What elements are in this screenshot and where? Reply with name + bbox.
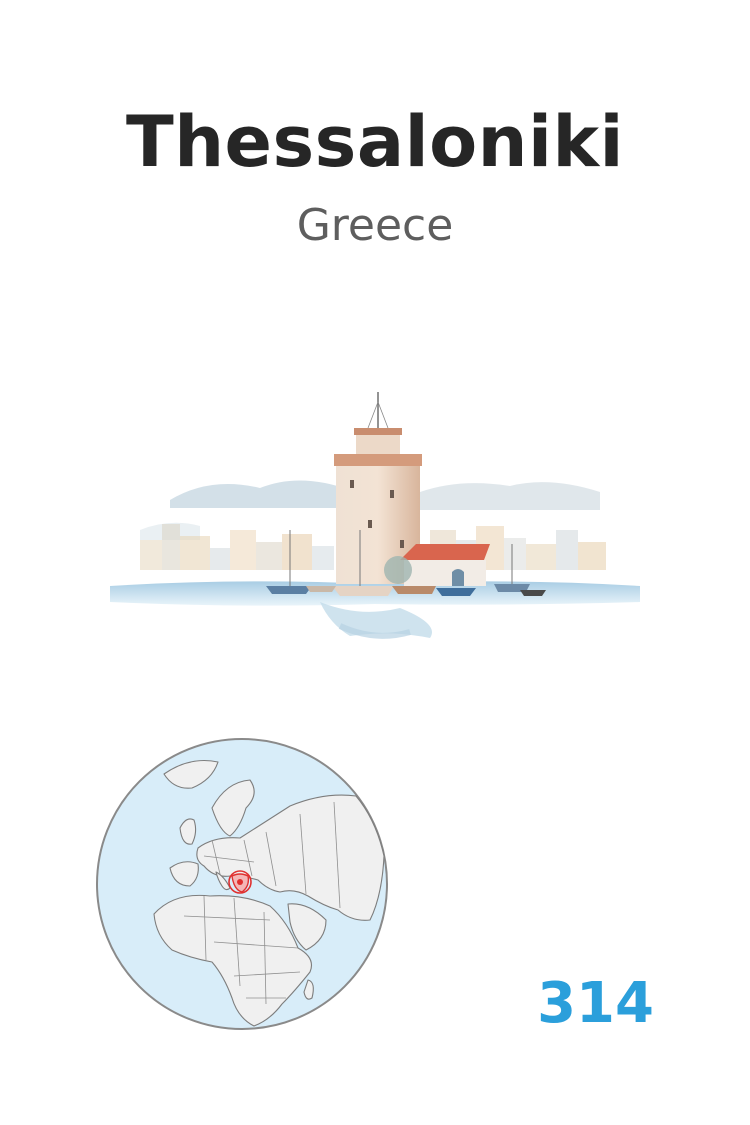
city-card: Thessaloniki Greece 314: [0, 0, 750, 1125]
country-name: Greece: [296, 200, 454, 251]
city-name: Thessaloniki: [125, 101, 625, 183]
white-tower-illustration: [110, 392, 640, 639]
globe-icon: [96, 738, 388, 1030]
card-number: 314: [537, 971, 654, 1036]
